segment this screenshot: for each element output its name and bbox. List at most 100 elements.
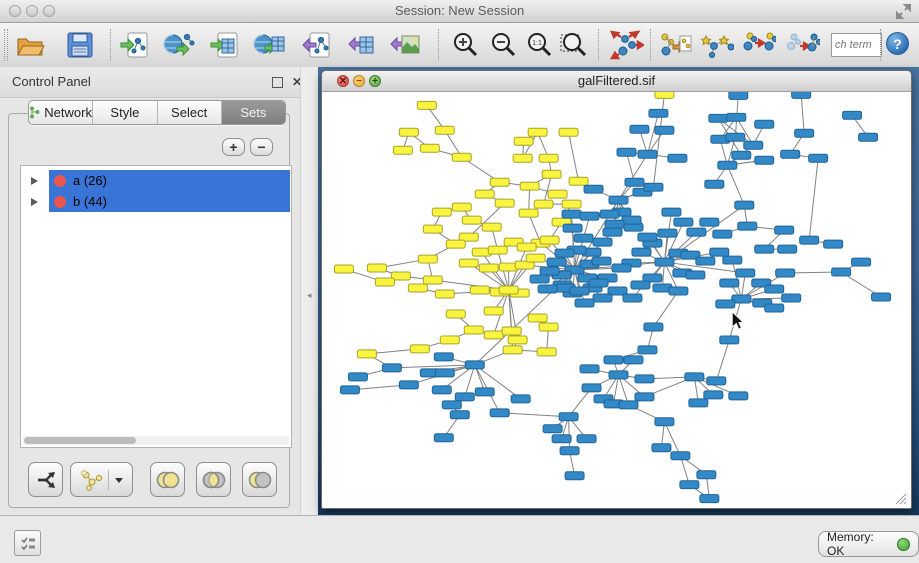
graph-node[interactable] bbox=[623, 294, 642, 302]
graph-node[interactable] bbox=[718, 161, 737, 169]
graph-node[interactable] bbox=[638, 346, 657, 354]
graph-node[interactable] bbox=[593, 238, 612, 246]
network-graph[interactable] bbox=[322, 92, 909, 507]
graph-node[interactable] bbox=[452, 203, 471, 211]
graph-node[interactable] bbox=[528, 128, 547, 136]
graph-node[interactable] bbox=[432, 386, 451, 394]
graph-node[interactable] bbox=[580, 365, 599, 373]
graph-node[interactable] bbox=[726, 133, 745, 141]
remove-set-button[interactable]: − bbox=[250, 138, 273, 156]
graph-node[interactable] bbox=[552, 435, 571, 443]
graph-node[interactable] bbox=[744, 141, 763, 149]
graph-node[interactable] bbox=[520, 182, 539, 190]
import-table-url-button[interactable] bbox=[252, 29, 286, 61]
graph-node[interactable] bbox=[420, 144, 439, 152]
graph-node[interactable] bbox=[732, 151, 751, 159]
graph-node[interactable] bbox=[655, 258, 674, 266]
float-panel-icon[interactable] bbox=[272, 77, 283, 88]
graph-node[interactable] bbox=[575, 299, 594, 307]
graph-node[interactable] bbox=[382, 364, 401, 372]
search-input[interactable]: ch term bbox=[831, 33, 882, 57]
graph-node[interactable] bbox=[630, 125, 649, 133]
graph-node[interactable] bbox=[513, 154, 532, 162]
close-network-window-button[interactable]: ✕ bbox=[337, 75, 349, 87]
graph-node[interactable] bbox=[625, 178, 644, 186]
new-network-selected-nodes-button[interactable] bbox=[742, 29, 776, 61]
graph-node[interactable] bbox=[540, 236, 559, 244]
zoom-in-button[interactable] bbox=[448, 29, 482, 61]
graph-node[interactable] bbox=[479, 264, 498, 272]
graph-node[interactable] bbox=[589, 279, 608, 287]
tab-network[interactable]: Network bbox=[29, 101, 93, 124]
graph-node[interactable] bbox=[622, 216, 641, 224]
graph-node[interactable] bbox=[604, 356, 623, 364]
graph-node[interactable] bbox=[435, 369, 454, 377]
graph-node[interactable] bbox=[755, 156, 774, 164]
graph-node[interactable] bbox=[484, 331, 503, 339]
graph-node[interactable] bbox=[442, 401, 461, 409]
graph-node[interactable] bbox=[800, 236, 819, 244]
window-titlebar[interactable]: Session: New Session bbox=[0, 0, 919, 23]
graph-node[interactable] bbox=[644, 183, 663, 191]
graph-node[interactable] bbox=[423, 276, 442, 284]
graph-node[interactable] bbox=[434, 353, 453, 361]
graph-node[interactable] bbox=[716, 300, 735, 308]
graph-node[interactable] bbox=[540, 267, 559, 275]
graph-node[interactable] bbox=[582, 384, 601, 392]
union-sets-button[interactable] bbox=[150, 462, 185, 497]
import-network-url-button[interactable] bbox=[162, 29, 196, 61]
graph-node[interactable] bbox=[462, 216, 481, 224]
graph-node[interactable] bbox=[490, 409, 509, 417]
graph-node[interactable] bbox=[530, 275, 549, 283]
graph-node[interactable] bbox=[782, 294, 801, 302]
maximize-network-window-button[interactable]: + bbox=[369, 75, 381, 87]
graph-node[interactable] bbox=[832, 268, 851, 276]
graph-node[interactable] bbox=[539, 323, 558, 331]
graph-node[interactable] bbox=[704, 391, 723, 399]
graph-node[interactable] bbox=[696, 257, 715, 265]
graph-node[interactable] bbox=[843, 111, 862, 119]
graph-node[interactable] bbox=[542, 170, 561, 178]
graph-node[interactable] bbox=[729, 92, 748, 99]
graph-node[interactable] bbox=[450, 411, 469, 419]
graph-node[interactable] bbox=[435, 290, 454, 298]
graph-node[interactable] bbox=[446, 310, 465, 318]
fullscreen-icon[interactable] bbox=[896, 4, 911, 19]
graph-node[interactable] bbox=[781, 150, 800, 158]
graph-node[interactable] bbox=[340, 386, 359, 394]
graph-node[interactable] bbox=[662, 208, 681, 216]
graph-node[interactable] bbox=[738, 222, 757, 230]
graph-node[interactable] bbox=[562, 200, 581, 208]
graph-node[interactable] bbox=[674, 218, 693, 226]
graph-node[interactable] bbox=[720, 279, 739, 287]
graph-node[interactable] bbox=[484, 307, 503, 315]
graph-node[interactable] bbox=[776, 269, 795, 277]
graph-node[interactable] bbox=[655, 92, 674, 98]
graph-node[interactable] bbox=[729, 392, 748, 400]
graph-node[interactable] bbox=[644, 323, 663, 331]
zoom-actual-size-button[interactable]: 1:1 bbox=[522, 29, 556, 61]
graph-node[interactable] bbox=[584, 185, 603, 193]
graph-node[interactable] bbox=[658, 229, 677, 237]
graph-node[interactable] bbox=[565, 472, 584, 480]
graph-node[interactable] bbox=[482, 223, 501, 231]
network-window-titlebar[interactable]: ✕ − + galFiltered.sif bbox=[322, 71, 911, 92]
graph-node[interactable] bbox=[464, 326, 483, 334]
graph-node[interactable] bbox=[638, 150, 657, 158]
graph-node[interactable] bbox=[723, 256, 742, 264]
graph-node[interactable] bbox=[680, 481, 699, 489]
graph-node[interactable] bbox=[824, 240, 843, 248]
graph-node[interactable] bbox=[609, 371, 628, 379]
open-session-button[interactable] bbox=[13, 29, 47, 61]
graph-node[interactable] bbox=[547, 258, 566, 266]
graph-node[interactable] bbox=[705, 180, 724, 188]
graph-node[interactable] bbox=[348, 373, 367, 381]
graph-node[interactable] bbox=[563, 224, 582, 232]
graph-node[interactable] bbox=[434, 434, 453, 442]
import-network-file-button[interactable] bbox=[117, 29, 151, 61]
graph-node[interactable] bbox=[537, 348, 556, 356]
graph-node[interactable] bbox=[452, 153, 471, 161]
graph-node[interactable] bbox=[655, 418, 674, 426]
graph-node[interactable] bbox=[502, 327, 521, 335]
graph-node[interactable] bbox=[775, 226, 794, 234]
